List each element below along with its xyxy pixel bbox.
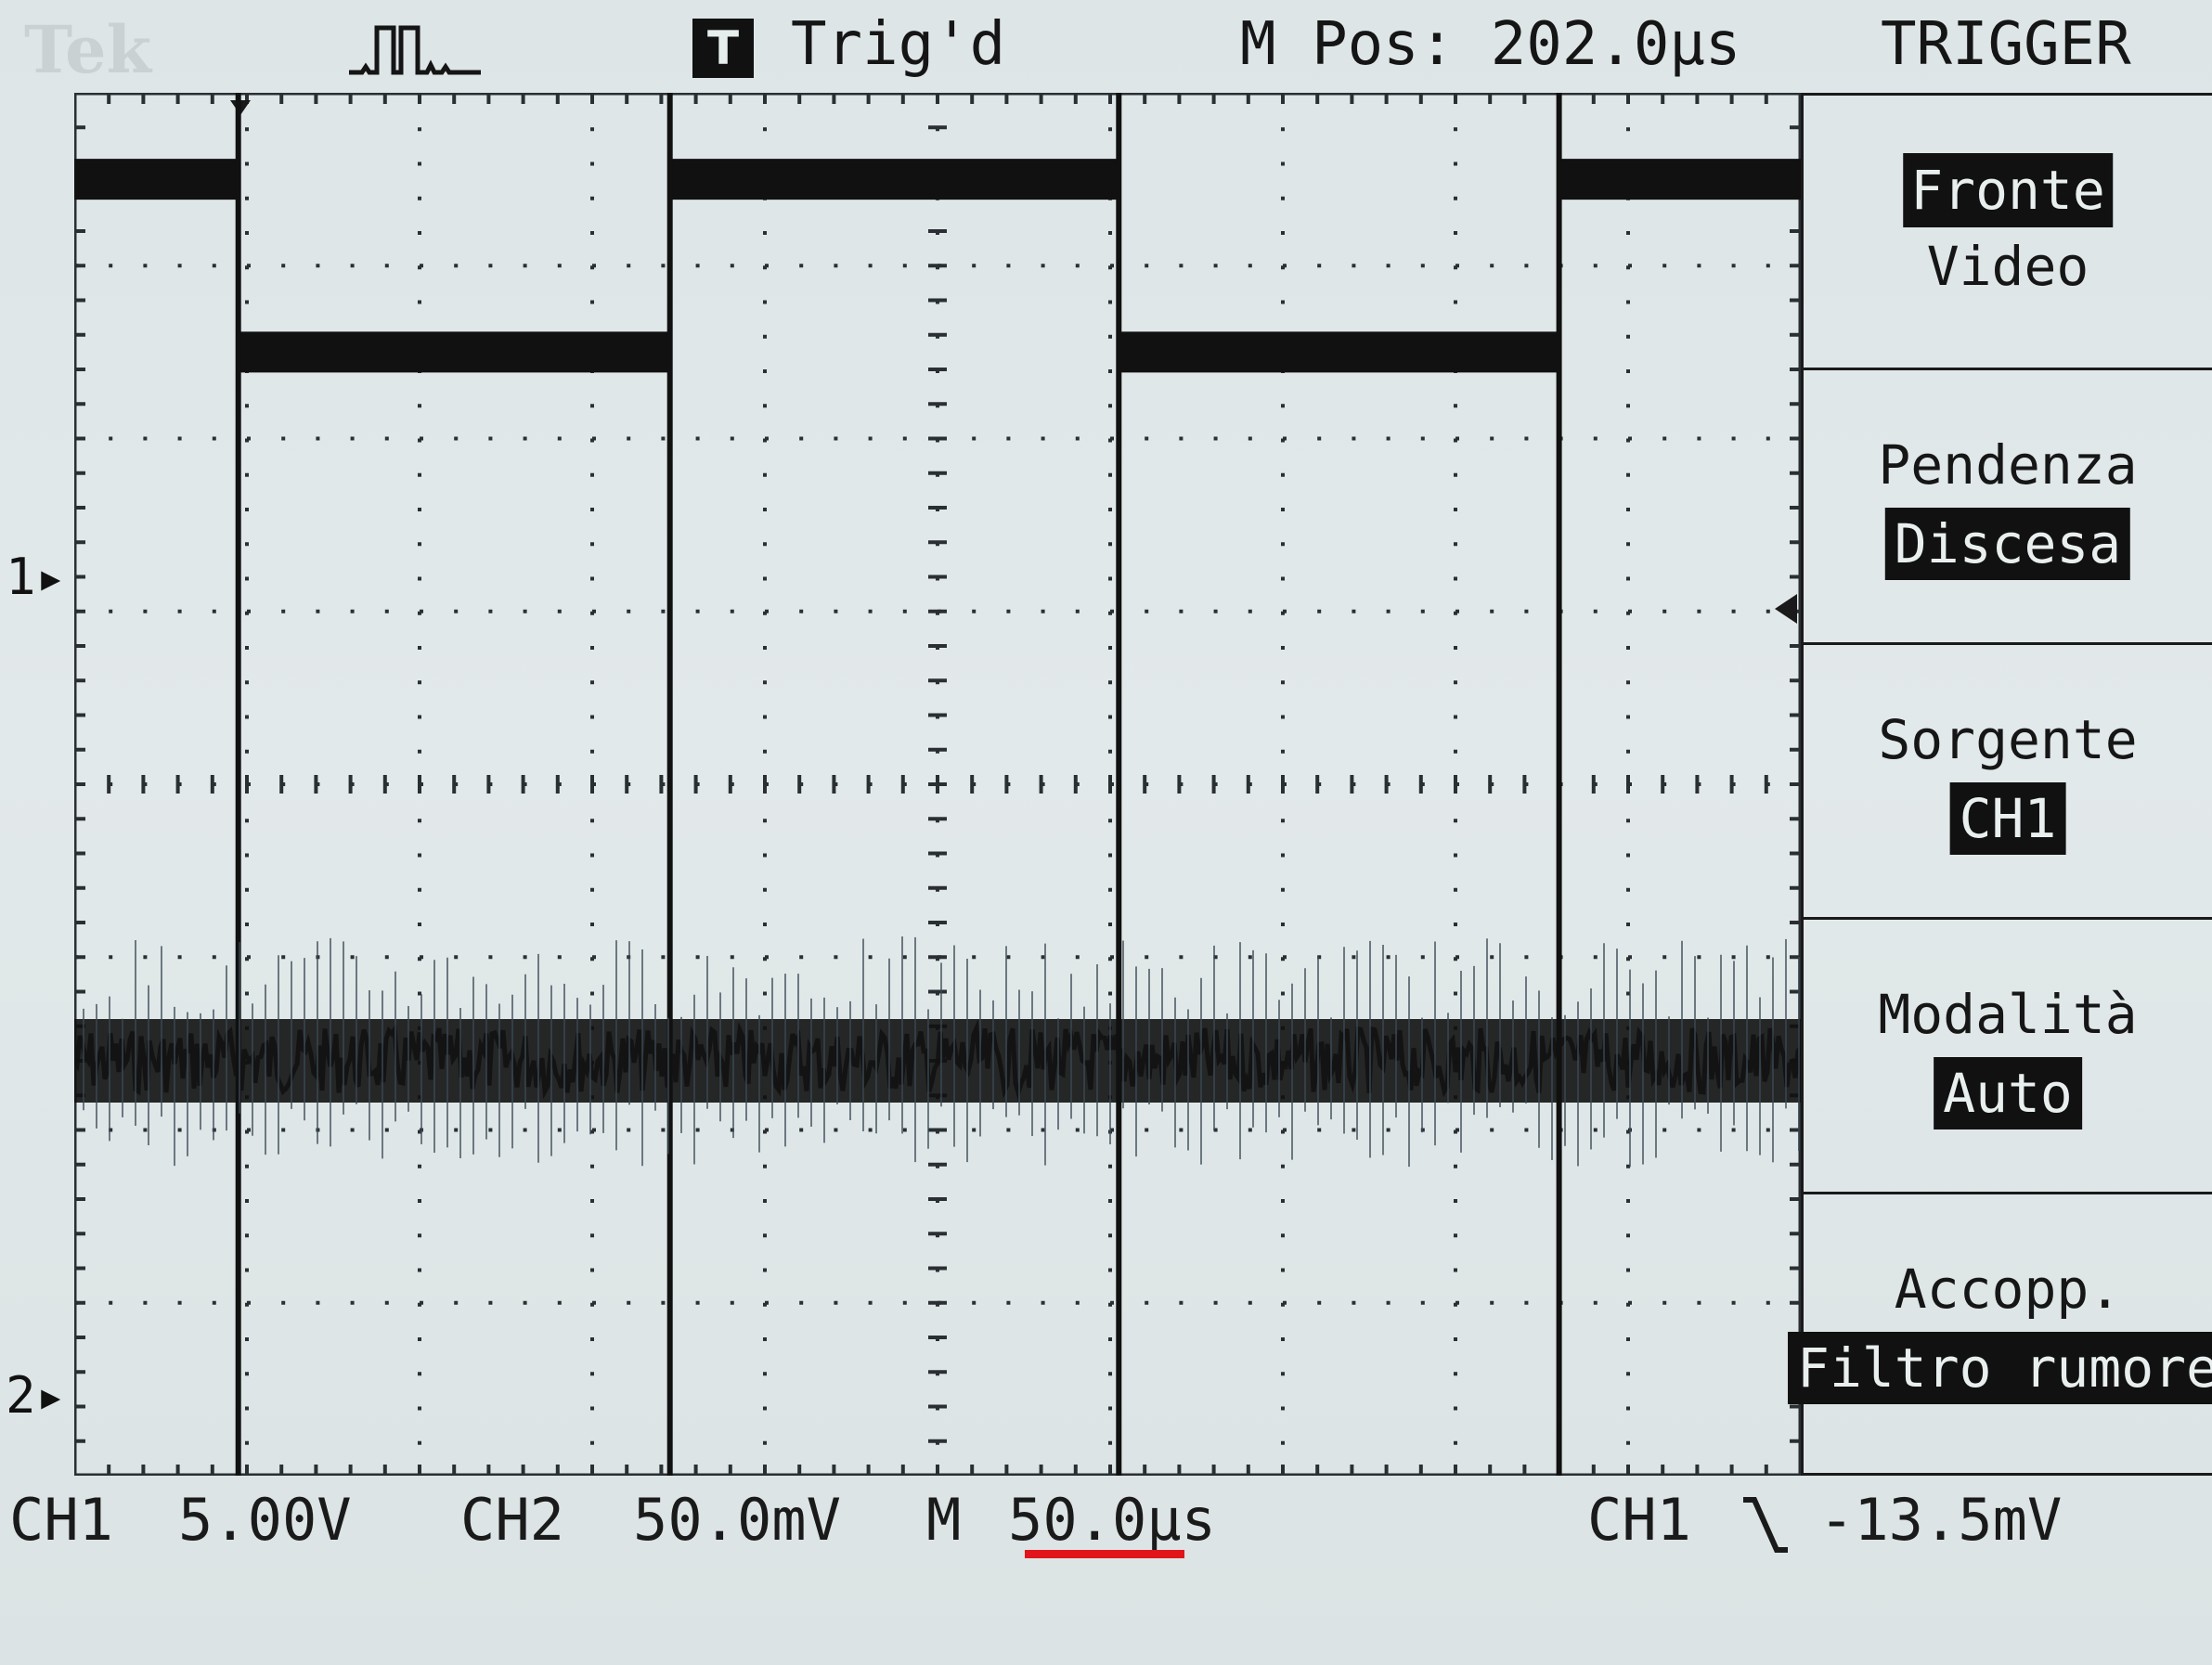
brand-logo: Tek <box>24 11 152 88</box>
coupling-label: Accopp. <box>1894 1258 2122 1321</box>
ch1-trace-segment <box>1119 331 1559 373</box>
timebase-value: 50.0µs <box>1008 1486 1216 1554</box>
trigger-menu: Fronte Video Pendenza Discesa Sorgente C… <box>1788 93 2212 1476</box>
timebase-label: M <box>926 1486 962 1554</box>
type-option-edge[interactable]: Fronte <box>1903 153 2113 227</box>
coupling-value[interactable]: Filtro rumore <box>1788 1332 2212 1404</box>
waveform-display <box>74 93 1801 1476</box>
source-value[interactable]: CH1 <box>1949 782 2066 855</box>
ch2-ground-marker: 2▸ <box>6 1366 67 1425</box>
ch2-label: CH2 <box>460 1486 564 1554</box>
type-option-video[interactable]: Video <box>1804 233 2212 300</box>
ch2-volts-per-div: 50.0mV <box>633 1486 841 1554</box>
ch1-ground-marker: 1▸ <box>6 548 67 606</box>
falling-edge-icon <box>1743 1497 1788 1553</box>
ch1-trace-segment <box>1559 159 1801 200</box>
slope-value[interactable]: Discesa <box>1884 508 2131 580</box>
mode-value[interactable]: Auto <box>1934 1057 2082 1129</box>
slope-label: Pendenza <box>1878 433 2138 497</box>
menu-item-coupling[interactable]: Accopp. Filtro rumore <box>1788 1192 2212 1476</box>
trigger-level-readout: -13.5mV <box>1819 1486 2063 1554</box>
ch2-trace-band <box>74 1019 1801 1103</box>
menu-item-source[interactable]: Sorgente CH1 <box>1804 642 2212 917</box>
trigger-level-marker <box>1775 594 1797 624</box>
pulse-waveform-icon <box>349 25 481 75</box>
menu-item-type[interactable]: Fronte Video <box>1804 93 2212 368</box>
ch1-volts-per-div: 5.00V <box>178 1486 352 1554</box>
menu-title: TRIGGER <box>1881 10 2131 79</box>
source-label: Sorgente <box>1878 708 2138 771</box>
status-bar: CH1 5.00V CH2 50.0mV M 50.0µs CH1 -13.5m… <box>0 1476 2212 1578</box>
trigger-badge: T <box>692 19 754 78</box>
ch1-trace-segment <box>238 331 670 373</box>
ch1-trace-segment <box>74 159 239 200</box>
ch1-trace-segment <box>669 159 1119 200</box>
trigger-status: Trig'd <box>791 10 1006 79</box>
timebase-highlight-underline <box>1025 1550 1184 1558</box>
graticule <box>74 93 1804 1476</box>
ch1-marker-label: 1 <box>6 548 36 606</box>
trigger-source-readout: CH1 <box>1587 1486 1691 1554</box>
main-position-readout: M Pos: 202.0µs <box>1240 10 1741 79</box>
oscilloscope-screen: Tek T Trig'd M Pos: 202.0µs TRIGGER 1▸ 2… <box>0 0 2212 1665</box>
ch1-label: CH1 <box>9 1486 113 1554</box>
menu-item-slope[interactable]: Pendenza Discesa <box>1804 368 2212 642</box>
menu-item-mode[interactable]: Modalità Auto <box>1804 917 2212 1192</box>
ch2-marker-label: 2 <box>6 1366 36 1425</box>
mode-label: Modalità <box>1878 983 2138 1046</box>
